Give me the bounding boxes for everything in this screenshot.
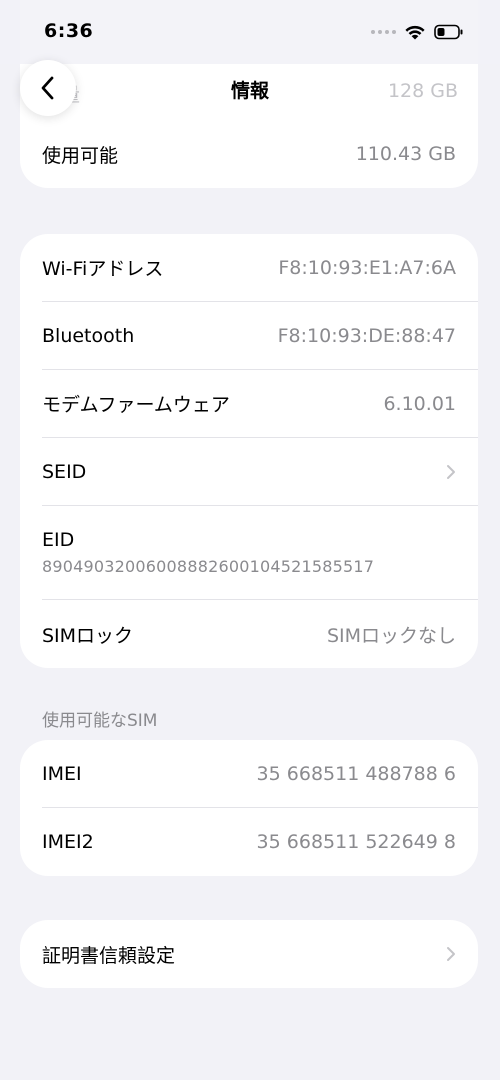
status-time: 6:36 bbox=[44, 20, 94, 42]
cellular-signal-icon bbox=[371, 30, 396, 34]
seid-row[interactable]: SEID bbox=[42, 438, 478, 506]
sim-lock-row: SIMロック SIMロックなし bbox=[42, 600, 478, 668]
imei-label: IMEI bbox=[42, 762, 82, 785]
bluetooth-value: F8:10:93:DE:88:47 bbox=[277, 324, 456, 347]
sim-section-header: 使用可能なSIM bbox=[42, 711, 158, 731]
status-bar: 6:36 bbox=[0, 0, 500, 64]
cert-card: 証明書信頼設定 bbox=[20, 920, 478, 988]
eid-row: EID 89049032006008882600104521585517 bbox=[42, 506, 478, 600]
modem-firmware-label: モデムファームウェア bbox=[42, 394, 230, 416]
bluetooth-row: Bluetooth F8:10:93:DE:88:47 bbox=[42, 302, 478, 370]
seid-label: SEID bbox=[42, 460, 87, 483]
sim-lock-label: SIMロック bbox=[42, 624, 134, 647]
imei2-row: IMEI2 35 668511 522649 8 bbox=[42, 808, 478, 876]
cert-trust-label: 証明書信頼設定 bbox=[42, 944, 176, 967]
cert-trust-row[interactable]: 証明書信頼設定 bbox=[42, 920, 478, 988]
imei2-label: IMEI2 bbox=[42, 831, 94, 853]
chevron-right-icon bbox=[446, 464, 456, 480]
available-value: 110.43 GB bbox=[355, 143, 456, 165]
eid-label: EID bbox=[42, 529, 75, 551]
available-row: 使用可能 110.43 GB bbox=[42, 120, 478, 188]
sim-lock-value: SIMロックなし bbox=[326, 624, 456, 647]
sim-card: IMEI 35 668511 488788 6 IMEI2 35 668511 … bbox=[20, 740, 478, 876]
wifi-address-value: F8:10:93:E1:A7:6A bbox=[278, 256, 456, 279]
wifi-address-row: Wi-Fiアドレス F8:10:93:E1:A7:6A bbox=[42, 234, 478, 302]
wifi-address-label: Wi-Fiアドレス bbox=[42, 258, 164, 280]
wifi-icon bbox=[405, 25, 425, 40]
imei-value: 35 668511 488788 6 bbox=[256, 762, 456, 785]
status-icons bbox=[371, 21, 464, 43]
modem-firmware-row: モデムファームウェア 6.10.01 bbox=[42, 370, 478, 438]
eid-value: 89049032006008882600104521585517 bbox=[42, 557, 375, 576]
nav-title: 情報 bbox=[230, 80, 269, 102]
imei2-value: 35 668511 522649 8 bbox=[256, 831, 456, 853]
chevron-right-icon bbox=[446, 946, 456, 962]
available-row-wrap: 使用可能 110.43 GB bbox=[20, 120, 478, 188]
nav-bar: 情報 bbox=[0, 60, 500, 120]
about-page: 6:36 容量 128 GB 使用可能 110.43 GB bbox=[0, 0, 500, 1080]
bluetooth-label: Bluetooth bbox=[42, 324, 135, 347]
imei-row: IMEI 35 668511 488788 6 bbox=[42, 740, 478, 808]
modem-firmware-value: 6.10.01 bbox=[383, 392, 456, 415]
battery-icon bbox=[434, 24, 463, 40]
available-label: 使用可能 bbox=[42, 144, 119, 167]
network-card: Wi-Fiアドレス F8:10:93:E1:A7:6A Bluetooth F8… bbox=[20, 234, 478, 668]
